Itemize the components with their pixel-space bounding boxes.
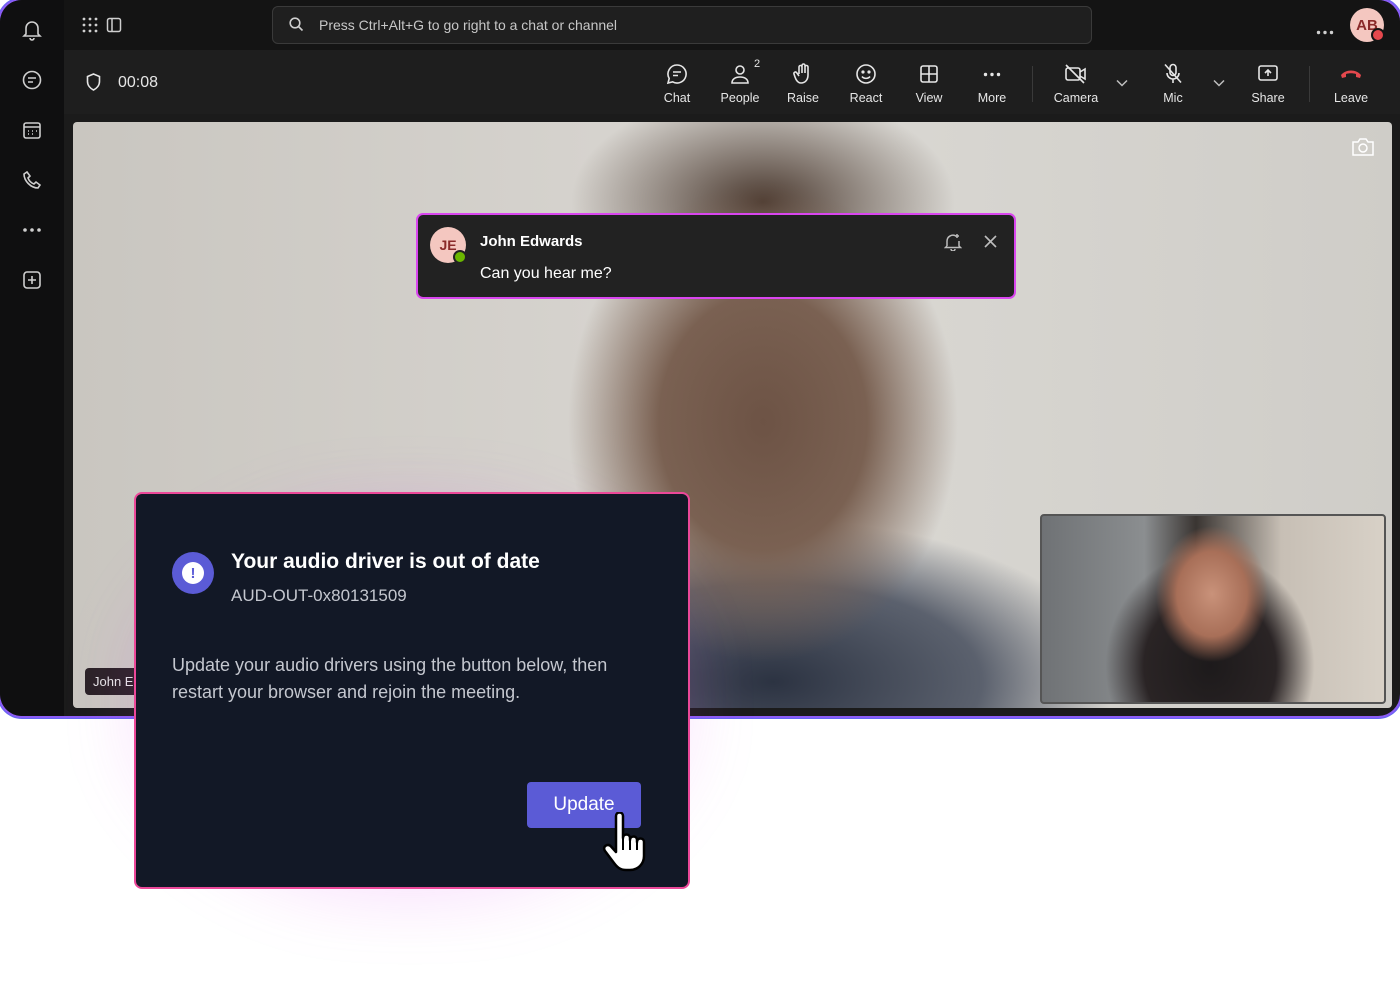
camera-button[interactable]: Camera	[1044, 60, 1108, 110]
mute-notifications-icon[interactable]	[943, 233, 963, 256]
toolbar-divider	[1032, 66, 1033, 102]
sidebar-toggle-icon[interactable]	[106, 17, 122, 38]
phone-icon[interactable]	[20, 168, 44, 192]
people-icon	[708, 60, 772, 88]
chat-label: Chat	[663, 91, 691, 105]
share-button[interactable]: Share	[1236, 60, 1300, 110]
raise-hand-button[interactable]: Raise	[771, 60, 835, 110]
snapshot-camera-icon[interactable]	[1350, 136, 1376, 163]
react-button[interactable]: React	[834, 60, 898, 110]
raise-label: Raise	[787, 91, 819, 105]
search-placeholder: Press Ctrl+Alt+G to go right to a chat o…	[319, 17, 618, 33]
call-timer: 00:08	[118, 74, 159, 91]
people-label: People	[720, 91, 760, 105]
camera-off-icon	[1044, 60, 1108, 88]
camera-label: Camera	[1053, 91, 1099, 105]
more-options-icon[interactable]	[1316, 22, 1334, 40]
self-view-video[interactable]	[1040, 514, 1386, 704]
mic-off-icon	[1141, 60, 1205, 88]
sender-initials: JE	[439, 237, 457, 253]
chat-button[interactable]: Chat	[645, 60, 709, 110]
camera-options-chevron-icon[interactable]	[1116, 74, 1128, 92]
leave-button[interactable]: Leave	[1319, 60, 1383, 110]
hand-icon	[771, 60, 835, 88]
more-apps-icon[interactable]	[20, 218, 44, 242]
people-button[interactable]: 2 People	[708, 58, 772, 110]
calendar-icon[interactable]	[20, 118, 44, 142]
chat-notification-toast[interactable]: JE John Edwards Can you hear me?	[416, 213, 1016, 299]
react-label: React	[849, 91, 883, 105]
more-label: More	[977, 91, 1007, 105]
grid-view-icon	[897, 60, 961, 88]
toast-message: Can you hear me?	[480, 265, 612, 282]
toolbar-divider	[1309, 66, 1310, 102]
bell-icon[interactable]	[20, 18, 44, 42]
dialog-title: Your audio driver is out of date	[231, 550, 540, 573]
ellipsis-icon	[960, 60, 1024, 88]
app-launcher-icon[interactable]	[82, 17, 98, 38]
hang-up-icon	[1319, 60, 1383, 88]
search-icon	[289, 17, 304, 37]
hand-cursor-icon	[600, 811, 650, 879]
sender-avatar: JE	[430, 227, 467, 264]
leave-label: Leave	[1333, 91, 1369, 105]
smiley-icon	[834, 60, 898, 88]
view-label: View	[915, 91, 943, 105]
mic-button[interactable]: Mic	[1141, 60, 1205, 110]
dialog-body: Update your audio drivers using the butt…	[172, 655, 608, 702]
app-rail	[0, 0, 64, 716]
online-status-dot	[453, 250, 467, 264]
search-input[interactable]: Press Ctrl+Alt+G to go right to a chat o…	[272, 6, 1092, 44]
chat-rail-icon[interactable]	[20, 68, 44, 92]
call-toolbar: 00:08 Chat 2 People Raise React View Mor…	[64, 50, 1400, 114]
user-avatar[interactable]: AB	[1350, 8, 1385, 42]
people-count: 2	[754, 58, 761, 70]
sender-name: John Edwards	[480, 233, 583, 250]
shield-icon	[86, 73, 101, 96]
view-button[interactable]: View	[897, 60, 961, 110]
error-code: AUD-OUT-0x80131509	[231, 586, 407, 605]
chat-icon	[645, 60, 709, 88]
top-bar: Press Ctrl+Alt+G to go right to a chat o…	[64, 0, 1400, 51]
share-label: Share	[1251, 91, 1285, 105]
share-screen-icon	[1236, 60, 1300, 88]
close-icon[interactable]	[984, 235, 997, 253]
add-app-icon[interactable]	[20, 268, 44, 292]
more-button[interactable]: More	[960, 60, 1024, 110]
mic-label: Mic	[1163, 91, 1183, 105]
mic-options-chevron-icon[interactable]	[1213, 74, 1225, 92]
alert-icon: !	[172, 552, 214, 594]
presence-dot	[1371, 28, 1385, 42]
